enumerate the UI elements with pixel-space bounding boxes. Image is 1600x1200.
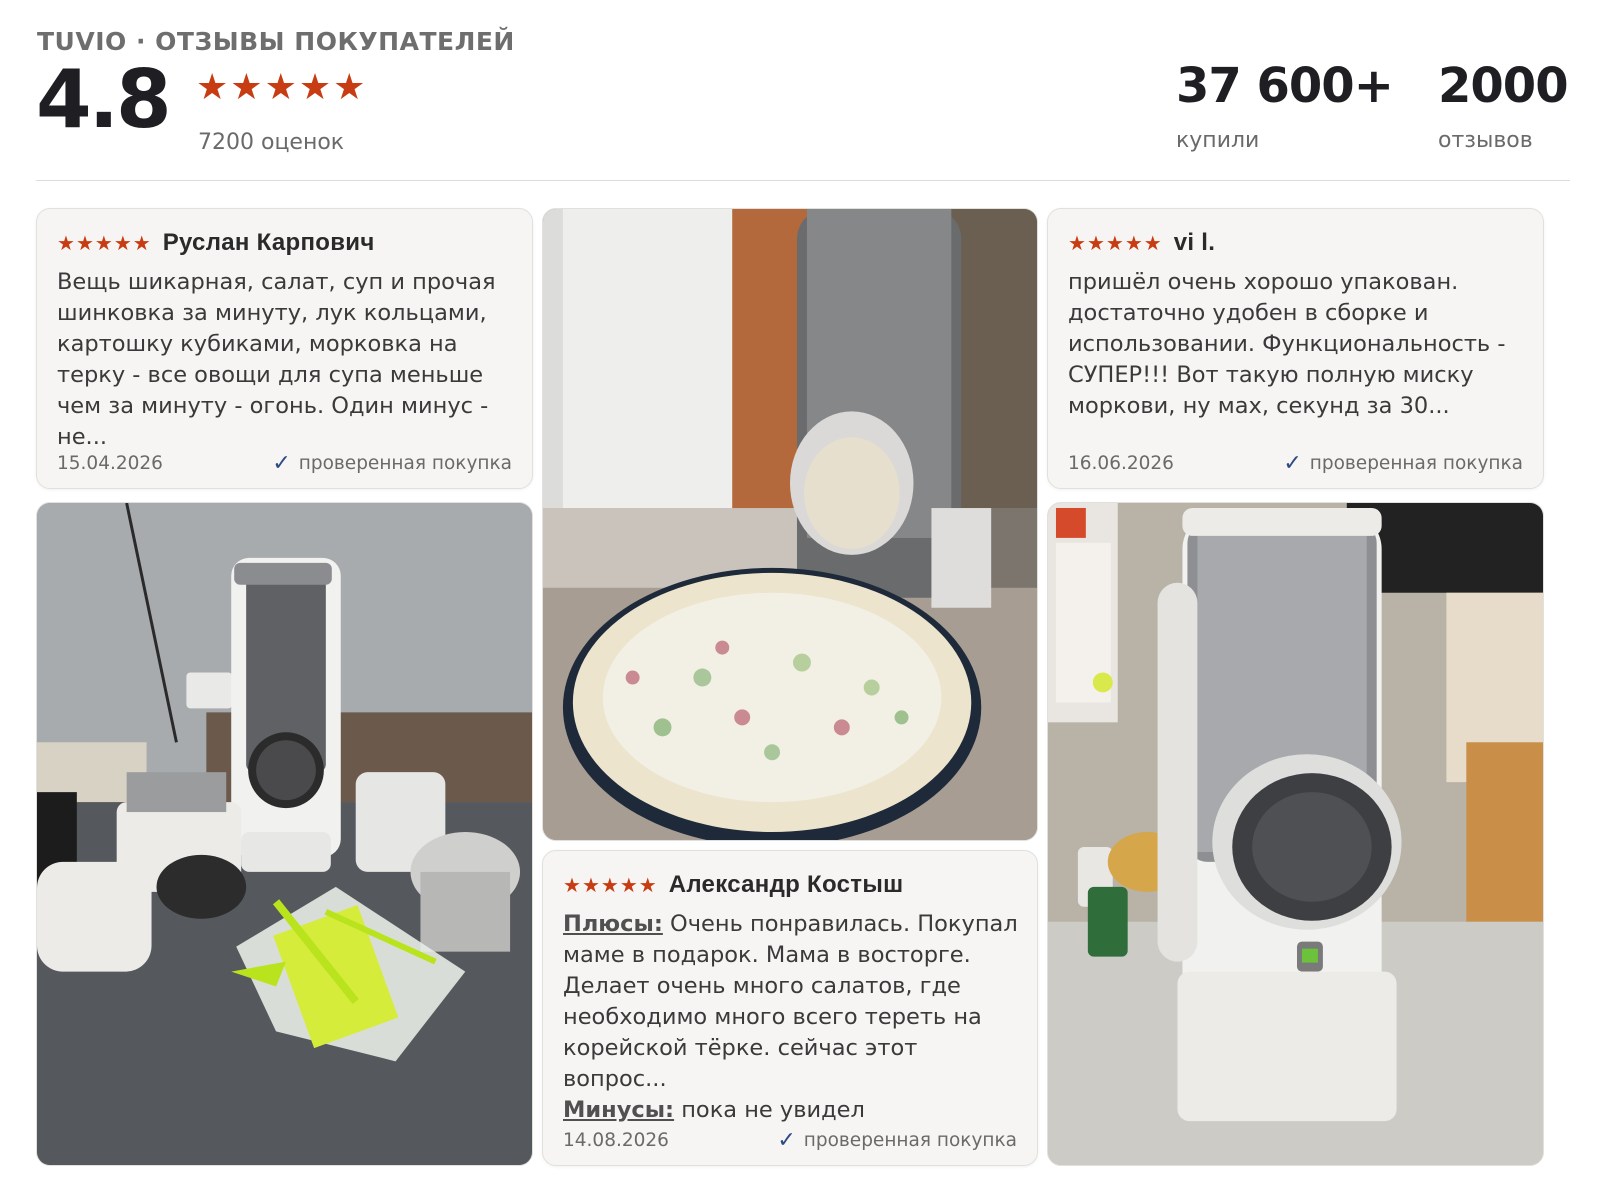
star-icon: ★ — [75, 231, 94, 255]
stat-bought: 37 600+ купили — [1176, 58, 1394, 153]
star-icon: ★ — [298, 67, 332, 108]
review-footer: 16.06.2026 ✓ проверенная покупка — [1068, 451, 1523, 476]
star-icon: ★ — [333, 67, 366, 108]
appliance-image — [1048, 503, 1543, 1165]
rating-stars: ★ ★ ★ ★ ★ — [196, 70, 365, 106]
star-icon: ★ — [1086, 231, 1105, 255]
brand-title: TUVIO · ОТЗЫВЫ ПОКУПАТЕЛЕЙ — [37, 27, 515, 56]
review-text: Плюсы: Очень понравилась. Покупал маме в… — [563, 909, 1021, 1126]
review-photo-salad[interactable] — [542, 208, 1038, 841]
review-card[interactable]: ★ ★ ★ ★ ★ Александр Костыш Плюсы: Очень понр… — [542, 850, 1038, 1166]
product-set-image — [37, 503, 532, 1165]
pros-text: Очень понравилась. Покупал маме в подаро… — [563, 911, 1018, 1092]
verified-label: проверенная покупка — [1309, 453, 1523, 474]
stat-label: купили — [1176, 128, 1260, 153]
review-footer: 15.04.2026 ✓ проверенная покупка — [57, 451, 512, 476]
review-header: ★ ★ ★ ★ ★ Александр Костыш — [563, 871, 903, 899]
star-icon: ★ — [230, 67, 263, 108]
star-icon: ★ — [1143, 231, 1162, 255]
pros-label: Плюсы: — [563, 911, 663, 937]
verified-badge: ✓ проверенная покупка — [272, 451, 512, 476]
stat-value: 37 600+ — [1176, 58, 1394, 114]
star-icon: ★ — [113, 231, 132, 255]
review-card[interactable]: ★ ★ ★ ★ ★ Руслан Карпович Вещь шикарная, сал… — [36, 208, 533, 489]
star-icon: ★ — [563, 873, 581, 897]
review-photo-appliance[interactable] — [1047, 502, 1544, 1166]
ratings-count: 7200 оценок — [198, 130, 345, 155]
review-date: 14.08.2026 — [563, 1130, 669, 1151]
review-author: Александр Костыш — [668, 871, 904, 898]
check-icon: ✓ — [1283, 451, 1302, 476]
header-divider — [36, 180, 1570, 181]
check-icon: ✓ — [272, 451, 291, 476]
check-icon: ✓ — [777, 1128, 796, 1153]
verified-label: проверенная покупка — [298, 453, 512, 474]
review-card[interactable]: ★ ★ ★ ★ ★ vi l. пришёл очень хорошо упакован… — [1047, 208, 1544, 489]
review-text: пришёл очень хорошо упакован. достаточно… — [1068, 269, 1506, 419]
verified-badge: ✓ проверенная покупка — [777, 1128, 1017, 1153]
stat-reviews: 2000 отзывов — [1438, 58, 1569, 153]
star-icon: ★ — [264, 67, 297, 108]
review-date: 16.06.2026 — [1068, 453, 1174, 474]
cons-label: Минусы: — [563, 1097, 675, 1123]
star-icon: ★ — [132, 231, 151, 255]
review-photo-product-set[interactable] — [36, 502, 533, 1166]
review-header: ★ ★ ★ ★ ★ vi l. — [1068, 229, 1215, 257]
star-icon: ★ — [1124, 231, 1143, 255]
star-icon: ★ — [196, 67, 229, 108]
star-icon: ★ — [1105, 231, 1124, 255]
salad-image — [543, 209, 1037, 840]
average-rating: 4.8 — [36, 53, 172, 146]
star-icon: ★ — [619, 873, 638, 897]
stat-label: отзывов — [1438, 128, 1533, 153]
review-author: Руслан Карпович — [162, 229, 375, 256]
star-icon: ★ — [638, 873, 657, 897]
star-icon: ★ — [57, 231, 75, 255]
star-icon: ★ — [1068, 231, 1086, 255]
star-icon: ★ — [600, 873, 619, 897]
stat-value: 2000 — [1438, 58, 1569, 114]
star-icon: ★ — [581, 873, 600, 897]
star-icon: ★ — [94, 231, 113, 255]
review-stars: ★ ★ ★ ★ ★ — [1068, 233, 1162, 253]
review-author: vi l. — [1173, 229, 1216, 256]
review-date: 15.04.2026 — [57, 453, 163, 474]
review-footer: 14.08.2026 ✓ проверенная покупка — [563, 1128, 1017, 1153]
review-stars: ★ ★ ★ ★ ★ — [563, 875, 657, 895]
review-header: ★ ★ ★ ★ ★ Руслан Карпович — [57, 229, 375, 257]
review-text: Вещь шикарная, салат, суп и прочая шинко… — [57, 269, 496, 450]
review-stars: ★ ★ ★ ★ ★ — [57, 233, 151, 253]
verified-badge: ✓ проверенная покупка — [1283, 451, 1523, 476]
cons-text: пока не увидел — [681, 1097, 865, 1123]
verified-label: проверенная покупка — [803, 1130, 1017, 1151]
